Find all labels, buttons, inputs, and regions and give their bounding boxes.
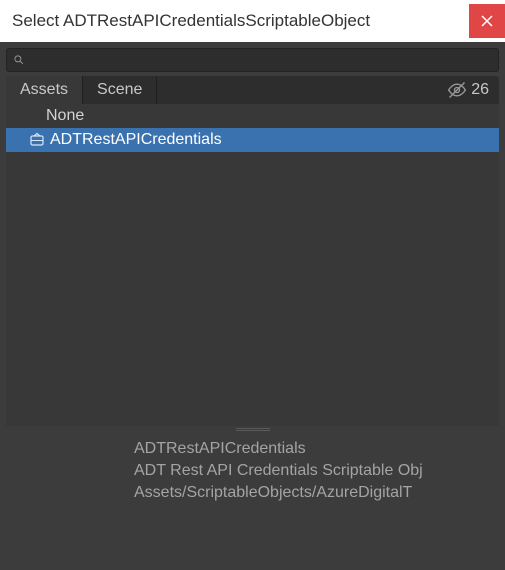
eye-off-icon [447,80,467,100]
window-body: Assets Scene 26 None [0,42,505,570]
tab-label: Assets [20,81,68,99]
titlebar: Select ADTRestAPICredentialsScriptableOb… [0,0,505,42]
detail-name: ADTRestAPICredentials [6,438,499,460]
list-item-label: ADTRestAPICredentials [50,131,222,149]
detail-type: ADT Rest API Credentials Scriptable Obj [6,460,499,482]
search-input[interactable] [29,53,492,67]
tab-label: Scene [97,81,142,99]
close-button[interactable] [469,4,505,38]
scriptable-object-icon [28,131,46,149]
close-icon [481,15,493,27]
detail-path: Assets/ScriptableObjects/AzureDigitalT [6,482,499,504]
tab-assets[interactable]: Assets [6,76,83,104]
search-icon [13,54,25,66]
hidden-count-label: 26 [471,81,489,99]
tab-bar: Assets Scene 26 [6,76,499,104]
detail-panel: ADTRestAPICredentials ADT Rest API Crede… [6,432,499,570]
hidden-items-toggle[interactable]: 26 [437,76,499,104]
asset-list[interactable]: None ADTRestAPICredentials [6,104,499,426]
window-title: Select ADTRestAPICredentialsScriptableOb… [12,11,370,31]
list-item-none[interactable]: None [6,104,499,128]
tab-spacer [157,76,437,104]
list-item-label: None [46,107,84,125]
list-item-adtrestapicredentials[interactable]: ADTRestAPICredentials [6,128,499,152]
tab-scene[interactable]: Scene [83,76,157,104]
search-field[interactable] [6,48,499,72]
